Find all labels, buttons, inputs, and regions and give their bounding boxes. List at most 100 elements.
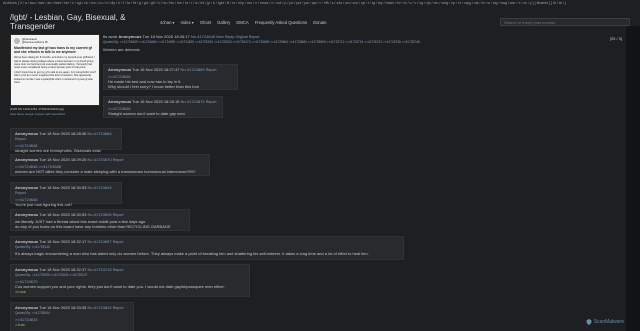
quoted-by-list[interactable]: Quoted By: >>41725059 >>41724634 >>41725… bbox=[15, 273, 245, 277]
reply-post: Anonymous Tue 18 Nov 2025 18:33:35 No.41… bbox=[10, 302, 134, 331]
op-file-info: [1536 KB, 1252x1253, 1753621145040.jpg] bbox=[10, 107, 64, 111]
poster-name: Anonymous bbox=[15, 157, 39, 162]
poster-name: Anonymous bbox=[15, 185, 39, 190]
post-number[interactable]: No.41724715 bbox=[88, 267, 112, 272]
reply-post: Anonymous Tue 18 Nov 2025 18:28:15 No.41… bbox=[103, 96, 223, 118]
reply-post: Anonymous Tue 18 Nov 2025 18:28:36 No.41… bbox=[10, 128, 122, 153]
reply-text: >>41724648 Straight women don't want to … bbox=[108, 106, 218, 116]
poster-name: Anonymous bbox=[15, 212, 39, 217]
op-thumbnail-block: @bananacat @banana.catSome 8h Manifested… bbox=[10, 34, 100, 116]
right-sidebar-shade bbox=[626, 26, 640, 331]
post-date: Tue 18 Nov 2025 18:28:36 bbox=[39, 131, 87, 136]
reply-header: Anonymous Tue 18 Nov 2025 18:32:17 No.41… bbox=[15, 239, 399, 244]
search-input[interactable] bbox=[500, 18, 630, 26]
reply-post: Anonymous Tue 18 Nov 2025 18:32:37 No.41… bbox=[10, 264, 250, 297]
post-number[interactable]: No.41724669 bbox=[181, 67, 205, 72]
op-image[interactable]: @bananacat @banana.catSome 8h Manifested… bbox=[10, 34, 100, 106]
donate-link[interactable]: Donate bbox=[313, 20, 327, 25]
report-link[interactable]: Report bbox=[113, 268, 124, 272]
post-number[interactable]: No.41724694 bbox=[88, 185, 112, 190]
report-link[interactable]: Report bbox=[113, 240, 124, 244]
original-link[interactable]: Original bbox=[235, 35, 247, 39]
reply-line: women are NOT allies they consider a mal… bbox=[15, 169, 196, 174]
reply-text: >>41724648 You're just now figuring this… bbox=[15, 197, 117, 207]
index-menu-label: Index bbox=[180, 19, 191, 25]
reply-text: >>41724670 Cos women support you and you… bbox=[15, 279, 245, 294]
report-link[interactable]: Report bbox=[113, 306, 124, 310]
google-link[interactable]: Google bbox=[25, 112, 34, 116]
poster-name: Anonymous bbox=[15, 305, 39, 310]
main-menu: 4chan ▾ Index ▾ Ghost Gallery DMCA Frequen… bbox=[160, 20, 327, 25]
post-number[interactable]: No.41724824 bbox=[88, 305, 112, 310]
post-date: Tue 18 Nov 2025 18:32:37 bbox=[39, 267, 87, 272]
chevron-down-icon: ▾ bbox=[191, 19, 194, 25]
post-number[interactable]: No.41724684 bbox=[88, 131, 112, 136]
reply-text: >>41724648 He made his bed and now has t… bbox=[108, 74, 233, 89]
op-file-links: View Same Google ImgOps iqdb SauceNAO bbox=[10, 112, 100, 116]
post-date: Tue 18 Nov 2025 18:33:35 bbox=[39, 305, 87, 310]
report-link[interactable]: Report bbox=[113, 213, 124, 217]
op-post-text: Women are demonic bbox=[103, 47, 140, 52]
post-date: Tue 18 Nov 2025 18:30:53 bbox=[39, 212, 87, 217]
post-number[interactable]: No.41724674 bbox=[181, 99, 205, 104]
shield-icon bbox=[586, 319, 592, 325]
gallery-link[interactable]: Gallery bbox=[217, 20, 230, 25]
poster-name: Anonymous bbox=[118, 34, 142, 39]
avatar bbox=[14, 38, 20, 45]
view-link[interactable]: View bbox=[216, 35, 224, 39]
op-post: tts avatr Anonymous Tue 18 Nov 2025 18:2… bbox=[103, 34, 623, 52]
post-date: Tue 18 Nov 2025 18:29:25 bbox=[39, 157, 87, 162]
view-same-link[interactable]: View Same bbox=[10, 112, 24, 116]
watermark-text: ScanMalware bbox=[593, 319, 624, 325]
reply-line: Straight women don't want to date gay me… bbox=[108, 111, 185, 116]
scanmalware-watermark: ScanMalware bbox=[586, 319, 624, 325]
quoted-by-list[interactable]: Quoted By: >>41725145 bbox=[15, 245, 399, 249]
ghost-link[interactable]: Ghost bbox=[200, 20, 211, 25]
reply-line: You're just now figuring this out? bbox=[15, 202, 73, 207]
tweet-body-2: I don't know how to get my gf to talk to… bbox=[14, 71, 96, 84]
reply-link[interactable]: Reply bbox=[225, 35, 234, 39]
poster-name: Anonymous bbox=[15, 267, 39, 272]
reply-line: It's always tragic encountering a man wh… bbox=[15, 251, 369, 256]
faq-link[interactable]: Frequently Asked Questions bbox=[255, 20, 307, 25]
quoted-by-list[interactable]: Quoted By: >>41725054 bbox=[15, 311, 129, 315]
imgops-link[interactable]: ImgOps bbox=[35, 112, 45, 116]
post-number[interactable]: No.41724697 bbox=[88, 239, 112, 244]
post-number[interactable]: No.41724695 bbox=[88, 212, 112, 217]
report-link[interactable]: Report bbox=[113, 158, 124, 162]
reply-header: Anonymous Tue 18 Nov 2025 18:28:15 No.41… bbox=[108, 99, 218, 104]
page-counter: [25 / 3] bbox=[609, 36, 622, 41]
post-date: Tue 18 Nov 2025 18:28:15 bbox=[132, 99, 180, 104]
dmca-link[interactable]: DMCA bbox=[236, 20, 248, 25]
post-number[interactable]: No.41724648 bbox=[191, 34, 215, 39]
report-link[interactable]: Report bbox=[15, 137, 26, 141]
reply-post: Anonymous Tue 18 Nov 2025 18:29:25 No.41… bbox=[10, 154, 210, 176]
reply-post: Anonymous Tue 18 Nov 2025 18:27:47 No.41… bbox=[103, 64, 238, 90]
report-link[interactable]: Report bbox=[249, 35, 260, 39]
report-link[interactable]: Report bbox=[15, 191, 26, 195]
post-subject: tts avatr bbox=[103, 34, 118, 39]
index-menu[interactable]: Index ▾ bbox=[181, 20, 194, 25]
reply-text: It's always tragic encountering a man wh… bbox=[15, 251, 399, 256]
board-title: /lgbt/ - Lesbian, Gay, Bisexual, & Trans… bbox=[10, 13, 126, 31]
reply-post: Anonymous Tue 18 Nov 2025 18:32:17 No.41… bbox=[10, 236, 404, 260]
tweet-handle: @banana.catSome 8h bbox=[22, 41, 48, 45]
saucenao-link[interactable]: SauceNAO bbox=[51, 112, 65, 116]
iqdb-link[interactable]: iqdb bbox=[45, 112, 50, 116]
reply-header: Anonymous Tue 18 Nov 2025 18:30:53 No.41… bbox=[15, 185, 117, 195]
archiver-menu-label: 4chan bbox=[160, 19, 172, 25]
greentext-line: >Lose bbox=[15, 289, 27, 294]
reply-header: Anonymous Tue 18 Nov 2025 18:32:37 No.41… bbox=[15, 267, 245, 272]
reply-text: >>41724648 >>41724688 women are NOT alli… bbox=[15, 164, 205, 174]
archiver-menu[interactable]: 4chan ▾ bbox=[160, 20, 175, 25]
report-link[interactable]: Report bbox=[206, 100, 217, 104]
post-date: Tue 18 Nov 2025 18:32:17 bbox=[39, 239, 87, 244]
post-date: Tue 18 Nov 2025 18:30:53 bbox=[39, 185, 87, 190]
reply-post: Anonymous Tue 18 Nov 2025 18:30:53 No.41… bbox=[10, 209, 190, 231]
report-link[interactable]: Report bbox=[206, 68, 217, 72]
reply-header: Anonymous Tue 18 Nov 2025 18:30:53 No.41… bbox=[15, 212, 185, 217]
poster-name: Anonymous bbox=[108, 67, 132, 72]
post-number[interactable]: No.41724670 bbox=[88, 157, 112, 162]
reply-line: Cos women support you and your rights, t… bbox=[15, 284, 225, 289]
quoted-by-list[interactable]: Quoted By: >>41724669 >>41724684 >>41724… bbox=[103, 40, 623, 44]
